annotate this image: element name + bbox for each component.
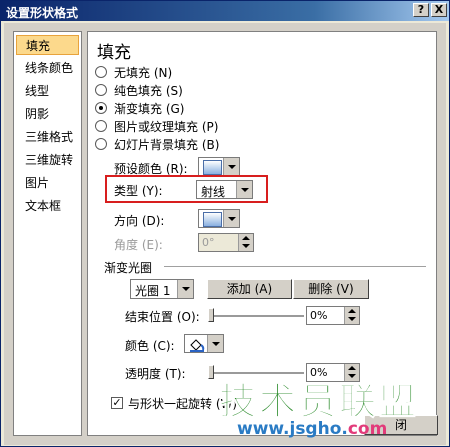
- preset-colors-dropdown[interactable]: [198, 157, 240, 176]
- spin-arrows-icon: [238, 234, 253, 251]
- nav-item-text-box[interactable]: 文本框: [16, 196, 79, 216]
- fill-heading: 填充: [97, 43, 131, 63]
- nav-item-fill[interactable]: 填充: [16, 35, 79, 55]
- watermark-text: 技术员联盟: [219, 380, 419, 424]
- angle-spinner[interactable]: 0°: [198, 233, 254, 252]
- nav-item-line-style[interactable]: 线型: [16, 81, 79, 101]
- end-position-slider[interactable]: [208, 308, 304, 324]
- chevron-down-icon: [177, 280, 193, 298]
- watermark-url: www.jsgho.com: [237, 419, 387, 439]
- chevron-down-icon: [236, 181, 252, 198]
- type-label: 类型 (Y):: [114, 184, 163, 198]
- end-position-label: 结束位置 (O):: [125, 310, 200, 324]
- slider-track: [208, 315, 304, 318]
- picture-texture-fill-label[interactable]: 图片或纹理填充 (P): [114, 118, 218, 135]
- transparency-label: 透明度 (T):: [125, 367, 186, 381]
- stop-select-value: 光圈 1: [135, 284, 171, 298]
- nav-item-picture[interactable]: 图片: [16, 173, 79, 193]
- slider-thumb[interactable]: [208, 308, 214, 322]
- no-fill-radio[interactable]: [95, 66, 107, 78]
- window-title: 设置形状格式: [6, 6, 79, 20]
- watermark: 技术员联盟 www.jsgho.com: [213, 371, 449, 443]
- gradient-fill-label[interactable]: 渐变填充 (G): [114, 100, 184, 117]
- rotate-with-shape-checkbox[interactable]: ✓: [111, 397, 123, 409]
- paint-bucket-icon: [190, 339, 205, 352]
- direction-dropdown[interactable]: [198, 209, 240, 228]
- close-button[interactable]: X: [431, 3, 447, 17]
- type-value: 射线: [201, 185, 226, 199]
- picture-texture-fill-radio[interactable]: [95, 120, 107, 132]
- solid-fill-label[interactable]: 纯色填充 (S): [114, 82, 183, 99]
- format-shape-dialog: 设置形状格式 ? X 填充 线条颜色 线型 阴影 三维格式 三维旋转 图片 文本…: [0, 0, 450, 447]
- type-dropdown[interactable]: 射线: [196, 180, 253, 199]
- color-label: 颜色 (C):: [125, 339, 175, 353]
- end-position-spinner[interactable]: 0%: [306, 306, 360, 325]
- category-list: 填充 线条颜色 线型 阴影 三维格式 三维旋转 图片 文本框: [13, 31, 82, 436]
- direction-label: 方向 (D):: [114, 214, 165, 228]
- section-divider: [164, 266, 426, 267]
- gradient-stops-heading: 渐变光圈: [104, 261, 153, 275]
- nav-item-3d-format[interactable]: 三维格式: [16, 127, 79, 147]
- direction-swatch-icon: [203, 212, 222, 227]
- chevron-down-icon: [207, 335, 223, 352]
- chevron-down-icon: [223, 210, 239, 227]
- end-position-value: 0%: [310, 309, 328, 322]
- help-button[interactable]: ?: [413, 3, 429, 17]
- nav-item-3d-rotation[interactable]: 三维旋转: [16, 150, 79, 170]
- no-fill-label[interactable]: 无填充 (N): [114, 64, 172, 81]
- gradient-fill-radio[interactable]: [95, 102, 107, 114]
- solid-fill-radio[interactable]: [95, 84, 107, 96]
- title-bar[interactable]: 设置形状格式 ? X: [1, 1, 449, 21]
- angle-value: 0°: [202, 236, 215, 249]
- nav-item-shadow[interactable]: 阴影: [16, 104, 79, 124]
- slide-background-fill-radio[interactable]: [95, 138, 107, 150]
- color-picker[interactable]: [184, 334, 224, 353]
- chevron-down-icon: [223, 158, 239, 175]
- angle-label: 角度 (E):: [114, 238, 163, 252]
- nav-item-line-color[interactable]: 线条颜色: [16, 58, 79, 78]
- stop-select[interactable]: 光圈 1: [130, 279, 194, 299]
- watermark-url-suffix: com: [347, 419, 388, 439]
- gradient-swatch-icon: [203, 160, 222, 175]
- slide-background-fill-label[interactable]: 幻灯片背景填充 (B): [114, 136, 219, 153]
- watermark-url-prefix: www.jsgho.: [237, 419, 348, 439]
- spin-arrows-icon: [344, 307, 359, 324]
- delete-stop-button[interactable]: 删除 (V): [293, 279, 369, 299]
- add-stop-button[interactable]: 添加 (A): [207, 279, 292, 299]
